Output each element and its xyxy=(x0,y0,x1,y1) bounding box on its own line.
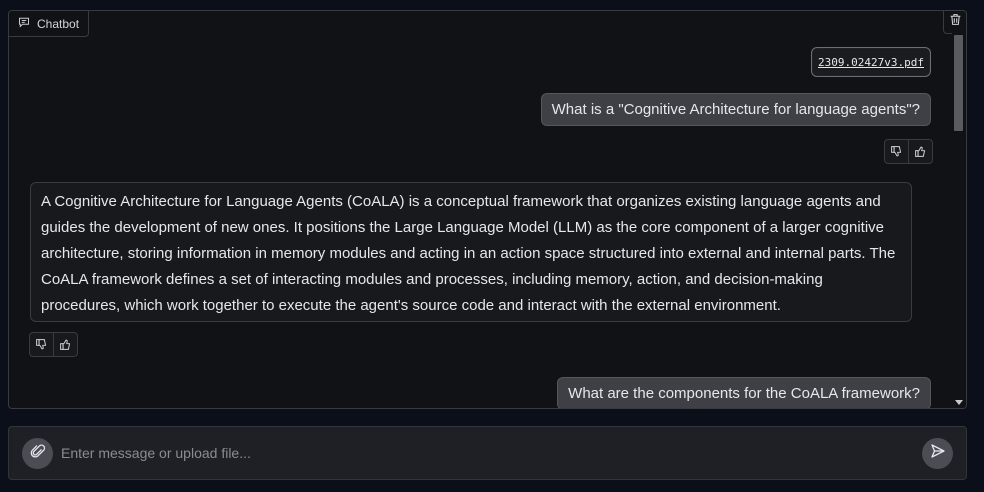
like-button[interactable] xyxy=(908,140,932,163)
message-feedback xyxy=(884,139,933,164)
message-feedback xyxy=(29,332,78,357)
send-button[interactable] xyxy=(922,438,953,469)
message-input[interactable] xyxy=(61,441,911,465)
scroll-down-arrow[interactable] xyxy=(955,400,963,405)
chat-scrollbar[interactable] xyxy=(952,33,966,408)
scrollbar-thumb[interactable] xyxy=(954,35,963,131)
message-composer xyxy=(8,426,967,480)
dislike-button[interactable] xyxy=(885,140,908,163)
paperclip-icon xyxy=(30,443,46,464)
file-link[interactable]: 2309.02427v3.pdf xyxy=(818,56,924,69)
uploaded-file-message: 2309.02427v3.pdf xyxy=(811,47,931,77)
thumbs-up-icon xyxy=(60,339,71,350)
thumbs-down-icon xyxy=(36,339,47,350)
upload-file-button[interactable] xyxy=(22,438,53,469)
bot-message: A Cognitive Architecture for Language Ag… xyxy=(30,182,912,322)
chat-bubble-icon xyxy=(18,16,30,31)
like-button[interactable] xyxy=(53,333,77,356)
send-icon xyxy=(930,443,946,464)
chatbot-label-text: Chatbot xyxy=(37,16,80,31)
trash-icon xyxy=(949,13,962,31)
thumbs-down-icon xyxy=(891,146,902,157)
chatbot-panel: Chatbot 2309.02427v3.pdf What is a "Cogn… xyxy=(8,10,967,409)
dislike-button[interactable] xyxy=(30,333,53,356)
user-message: What is a "Cognitive Architecture for la… xyxy=(540,93,931,126)
user-message: What are the components for the CoALA fr… xyxy=(557,377,931,408)
thumbs-up-icon xyxy=(915,146,926,157)
clear-chat-button[interactable] xyxy=(943,11,966,34)
chatbot-label: Chatbot xyxy=(9,11,90,37)
